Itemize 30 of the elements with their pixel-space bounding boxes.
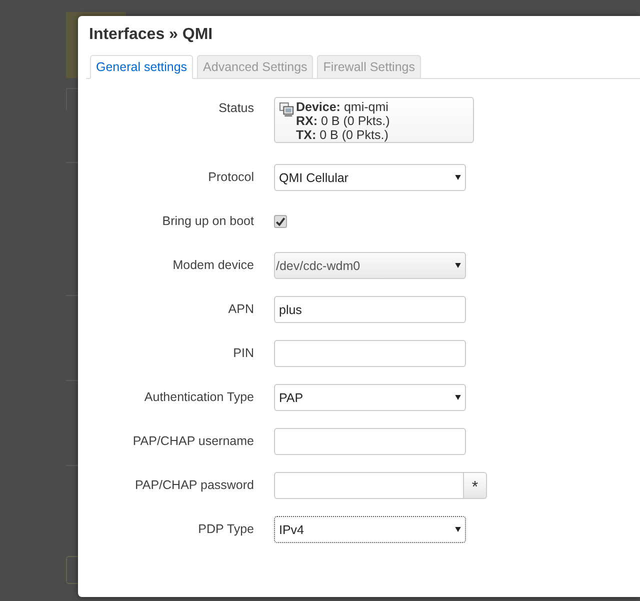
tab[interactable]: General settings — [90, 55, 194, 79]
field-label: Status — [218, 100, 254, 115]
password-field[interactable] — [274, 472, 464, 499]
checkbox[interactable] — [274, 215, 287, 228]
status-text: Device: qmi-qmi — [296, 100, 388, 114]
field-label: PIN — [232, 345, 254, 360]
input-field[interactable] — [274, 340, 466, 367]
caret-icon — [455, 263, 461, 268]
dropdown[interactable]: PAP — [274, 384, 466, 411]
dialog-title: Interfaces » QMI — [89, 26, 213, 44]
input-field[interactable]: plus — [274, 296, 466, 323]
field-label: Modem device — [172, 257, 254, 272]
caret-icon — [455, 175, 461, 180]
caret-icon — [455, 527, 461, 532]
network-device-icon — [279, 102, 294, 117]
field-label: PAP/CHAP username — [132, 433, 254, 448]
field-label: Protocol — [207, 169, 254, 184]
dropdown[interactable]: IPv4 — [274, 516, 466, 543]
status-text: RX: 0 B (0 Pkts.) — [296, 114, 390, 128]
input-field[interactable] — [274, 428, 466, 455]
status-text: TX: 0 B (0 Pkts.) — [296, 128, 388, 142]
field-label: Authentication Type — [143, 389, 254, 404]
dropdown[interactable]: /dev/cdc-wdm0 — [274, 252, 466, 279]
reveal-button[interactable]: * — [464, 472, 487, 499]
caret-icon — [455, 395, 461, 400]
field-label: APN — [227, 301, 254, 316]
field-label: PAP/CHAP password — [134, 477, 254, 492]
dropdown[interactable]: QMI Cellular — [274, 164, 466, 191]
field-label: PDP Type — [197, 521, 254, 536]
field-label: Bring up on boot — [161, 213, 254, 228]
